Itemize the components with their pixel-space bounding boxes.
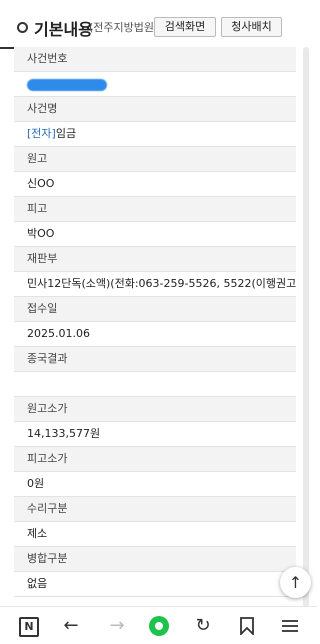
reload-icon: ↻ [195,615,211,636]
bullet-circle-icon [17,22,28,33]
row-label-plaintiff: 원고 [14,147,296,172]
row-value-defendant: 박OO [14,222,296,247]
row-value-case-name: [전자]임금 [14,122,296,147]
naver-home-button[interactable]: N [15,613,41,639]
naver-n-icon: N [19,617,39,637]
scrollbar-thumb[interactable] [303,47,309,607]
row-label-plaintiff-claim: 원고소가 [14,397,296,422]
scroll-to-top-button[interactable]: ↑ [280,567,311,598]
row-value-merge-type: 없음 [14,572,296,597]
row-label-case-number: 사건번호 [14,47,296,72]
row-value-final-result [14,372,296,397]
row-value-division: 민사12단독(소액)(전화:063-259-5526, 5522(이행권고)) [14,272,296,297]
bookmark-icon [240,617,254,637]
search-screen-button[interactable]: 검색화면 [154,17,216,37]
home-dot-icon [149,616,169,636]
section-title: 기본내용 [34,20,93,39]
row-label-filing-date: 접수일 [14,297,296,322]
forward-arrow-icon: → [109,615,125,636]
browser-nav-bar: N ← → ↻ [0,606,317,644]
menu-icon [282,620,298,632]
row-label-defendant-claim: 피고소가 [14,447,296,472]
bookmark-button[interactable] [234,613,260,639]
court-name: (전주지방법원) [89,21,159,34]
green-dot-button[interactable] [146,613,172,639]
row-label-defendant: 피고 [14,197,296,222]
building-layout-button[interactable]: 청사배치 [221,17,282,37]
row-label-division: 재판부 [14,247,296,272]
back-arrow-icon: ← [63,615,79,636]
row-value-filing-date: 2025.01.06 [14,322,296,347]
row-label-final-result: 종국결과 [14,347,296,372]
row-value-plaintiff: 신OO [14,172,296,197]
scrollbar[interactable] [296,47,317,607]
header-bar: 기본내용 (전주지방법원) 검색화면 청사배치 [0,0,296,49]
arrow-up-icon: ↑ [288,573,303,592]
reload-button[interactable]: ↻ [190,613,216,639]
electronic-case-link[interactable]: [전자] [27,127,56,140]
row-label-receipt-type: 수리구분 [14,497,296,522]
row-value-case-number [14,72,296,97]
row-label-merge-type: 병합구분 [14,547,296,572]
row-value-defendant-claim: 0원 [14,472,296,497]
forward-button[interactable]: → [104,613,130,639]
row-value-plaintiff-claim: 14,133,577원 [14,422,296,447]
row-value-receipt-type: 제소 [14,522,296,547]
back-button[interactable]: ← [58,613,84,639]
case-name-text: 임금 [55,127,77,140]
menu-button[interactable] [277,613,303,639]
case-info-table: 사건번호 사건명 [전자]임금 원고 신OO 피고 박OO 재판부 민사12단독… [14,47,296,597]
redaction-mark [27,79,107,91]
row-label-case-name: 사건명 [14,97,296,122]
